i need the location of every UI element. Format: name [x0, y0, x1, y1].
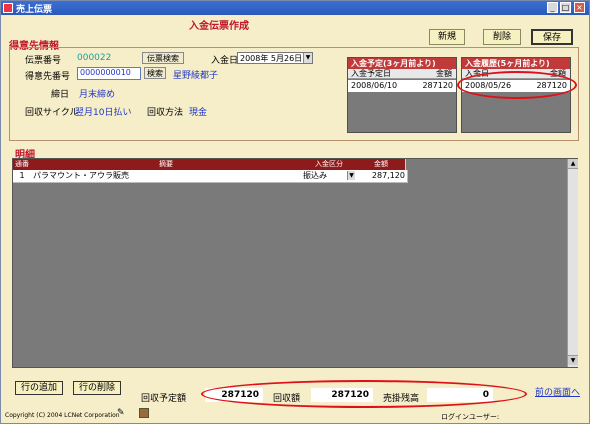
- scheduled-amount: 287120: [422, 81, 453, 90]
- maximize-button[interactable]: □: [560, 2, 571, 13]
- detail-row-type: 振込み: [303, 171, 327, 180]
- back-link[interactable]: 前の画面へ: [535, 385, 580, 398]
- payment-date-value: 2008年 5月26日: [240, 54, 303, 63]
- collection-cycle-label: 回収サイクル: [25, 108, 79, 118]
- minimize-button[interactable]: _: [547, 2, 558, 13]
- payment-date-select[interactable]: 2008年 5月26日 ▼: [237, 52, 313, 64]
- dropdown-arrow-icon[interactable]: ▼: [347, 171, 355, 180]
- detail-header-desc: 摘要: [31, 159, 302, 170]
- closing-day-value: 月末締め: [79, 90, 116, 100]
- slip-search-button[interactable]: 伝票検索: [142, 52, 184, 64]
- collection-method-label: 回収方法: [147, 108, 184, 118]
- planned-amount-label: 回収予定額: [141, 394, 187, 404]
- detail-scrollbar[interactable]: ▲ ▼: [567, 159, 578, 367]
- form-heading: 入金伝票作成: [189, 21, 249, 32]
- history-panel-title: 入金履歴(5ヶ月前より): [462, 58, 570, 69]
- delete-row-button[interactable]: 行の削除: [73, 381, 121, 395]
- add-row-button[interactable]: 行の追加: [15, 381, 63, 395]
- scroll-down-icon[interactable]: ▼: [568, 355, 578, 365]
- scheduled-date: 2008/06/10: [351, 81, 398, 90]
- new-button[interactable]: 新規: [429, 29, 465, 45]
- scroll-up-icon[interactable]: ▲: [568, 159, 578, 169]
- detail-row-no: 1: [13, 170, 32, 183]
- detail-row-desc[interactable]: パラマウント・アウラ販売: [31, 170, 304, 183]
- delete-button[interactable]: 削除: [483, 29, 521, 45]
- scheduled-col-date: 入金予定日: [351, 69, 391, 78]
- detail-row-amount: 287,120: [357, 170, 408, 183]
- slip-number-value: 000022: [77, 53, 112, 63]
- customer-number-label: 得意先番号: [25, 72, 71, 82]
- closing-day-label: 締日: [51, 90, 70, 100]
- book-icon: [139, 408, 149, 418]
- scheduled-payments-panel: 入金予定(3ヶ月前より) 入金予定日 金額 2008/06/10 287120: [347, 57, 457, 133]
- window-title: 売上伝票: [16, 5, 53, 15]
- close-button[interactable]: ×: [574, 2, 585, 13]
- scheduled-col-amount: 金額: [436, 69, 452, 78]
- payment-date-label: 入金日: [211, 56, 239, 66]
- collection-cycle-value: 翌月10日払い: [75, 108, 132, 118]
- history-highlight-ellipse: [457, 71, 577, 99]
- collection-method-value: 現金: [189, 108, 208, 118]
- scheduled-row[interactable]: 2008/06/10 287120: [348, 80, 456, 92]
- detail-grid: 通番 摘要 入金区分 金額 1 パラマウント・アウラ販売 振込み ▼ 287,1…: [12, 158, 578, 368]
- save-button[interactable]: 保存: [531, 29, 573, 45]
- dropdown-arrow-icon[interactable]: ▼: [303, 53, 312, 63]
- detail-header-no: 通番: [13, 159, 32, 170]
- pen-icon: ✎: [117, 408, 125, 418]
- totals-highlight-ellipse: [201, 380, 527, 408]
- detail-header-amount: 金額: [357, 159, 406, 170]
- app-window: 売上伝票 _ □ × 入金伝票作成 新規 削除 保存 得意先情報 伝票番号 00…: [0, 0, 590, 424]
- login-user-label: ログインユーザー:: [441, 413, 500, 421]
- customer-search-button[interactable]: 検索: [144, 67, 166, 79]
- detail-row-type-select[interactable]: 振込み ▼: [301, 170, 358, 183]
- scheduled-panel-title: 入金予定(3ヶ月前より): [348, 58, 456, 69]
- title-bar: 売上伝票 _ □ ×: [1, 1, 589, 15]
- app-icon: [3, 3, 13, 13]
- customer-name: 星野綾都子: [173, 71, 219, 81]
- copyright-text: Copyright (C) 2004 LCNet Corporation: [5, 412, 120, 419]
- slip-number-label: 伝票番号: [25, 56, 62, 66]
- customer-number-input[interactable]: 0000000010: [77, 67, 141, 80]
- detail-header-type: 入金区分: [301, 159, 358, 170]
